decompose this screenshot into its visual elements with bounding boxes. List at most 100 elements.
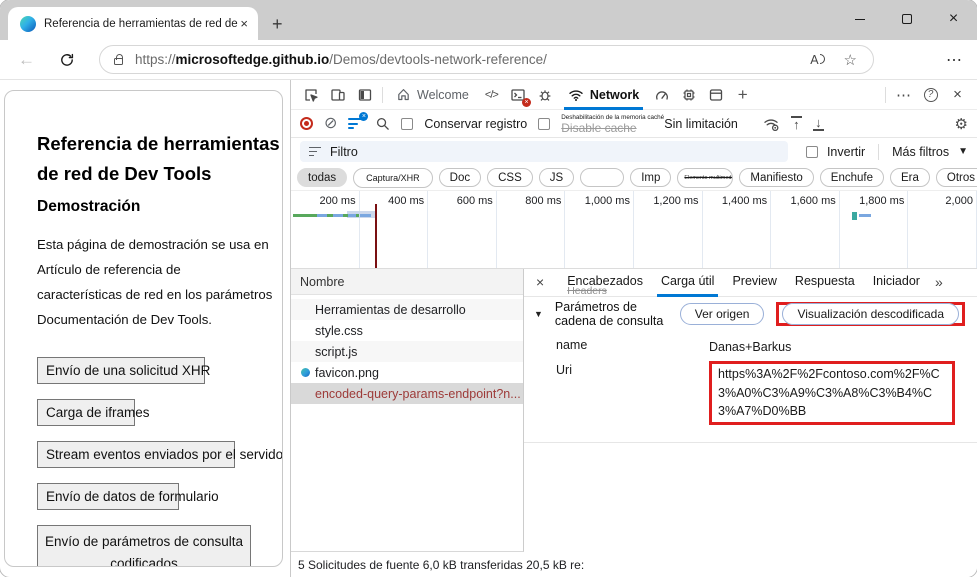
tab-initiator[interactable]: Iniciador (864, 269, 929, 297)
read-aloud-icon[interactable]: A (810, 53, 818, 67)
load-event-marker (375, 204, 377, 268)
chip-img[interactable]: Imp (630, 168, 671, 187)
page-buttons: Envío de una solicitud XHR Carga de ifra… (37, 357, 282, 567)
request-row[interactable]: Herramientas de desarrollo (291, 299, 523, 320)
more-tools-plus-icon[interactable]: + (729, 81, 756, 109)
inspect-icon[interactable] (297, 81, 324, 109)
memory-chip-icon[interactable] (675, 81, 702, 109)
search-icon[interactable] (375, 116, 390, 131)
page-content: Referencia de herramientas de red de Dev… (4, 90, 283, 567)
timeline-tick: 1,000 ms (565, 191, 634, 268)
network-settings-gear-icon[interactable]: ⚙ (955, 115, 968, 133)
more-tabs-chevron-icon[interactable]: » (935, 269, 943, 290)
browser-tab[interactable]: Referencia de herramientas de red de Dev… (8, 7, 258, 40)
filter-placeholder: Filtro (330, 145, 358, 159)
home-icon (396, 87, 411, 102)
waterfall-blue-dash (859, 214, 871, 217)
divider (878, 144, 879, 160)
param-value: Danas+Barkus (709, 338, 955, 357)
headers-original-label: Headers (567, 285, 607, 297)
view-decoded-highlight-box: Visualización descodificada (776, 302, 965, 326)
chip-other[interactable]: Otros (936, 168, 977, 187)
preserve-log-label: Conservar registro (424, 117, 527, 131)
close-devtools-icon[interactable]: × (944, 81, 971, 109)
chip-font[interactable] (580, 168, 624, 187)
new-tab-button[interactable]: + (272, 15, 283, 33)
chip-wasm[interactable]: Era (890, 168, 930, 187)
load-iframe-button[interactable]: Carga de iframes (37, 399, 135, 426)
back-arrow-icon[interactable]: ← (18, 50, 35, 70)
lock-icon (114, 58, 123, 65)
record-button[interactable] (300, 117, 313, 130)
tab-close-icon[interactable]: × (238, 16, 250, 31)
tab-payload[interactable]: Carga útil (652, 269, 724, 297)
import-har-icon[interactable]: ↑ (791, 116, 802, 130)
sources-icon[interactable]: </> (478, 81, 505, 109)
minimize-button[interactable] (836, 0, 883, 38)
encoded-query-params-button[interactable]: Envío de parámetros de consulta codifica… (37, 525, 251, 567)
chip-js[interactable]: JS (539, 168, 574, 187)
browser-menu-icon[interactable]: ⋯ (946, 50, 963, 70)
request-row[interactable]: script.js (291, 341, 523, 362)
content-area: Referencia de herramientas de red de Dev… (0, 80, 977, 577)
clear-icon[interactable]: ⊘ (324, 116, 337, 132)
xhr-request-button[interactable]: Envío de una solicitud XHR (37, 357, 205, 384)
navigation-bar: ← https://microsoftedge.github.io/Demos/… (0, 40, 977, 80)
name-column-header[interactable]: Nombre (291, 269, 523, 295)
help-icon[interactable]: ? (917, 81, 944, 109)
section-caret-icon[interactable]: ▼ (534, 309, 543, 319)
waterfall-blue-dash (333, 214, 343, 217)
application-icon[interactable] (702, 81, 729, 109)
tab-preview[interactable]: Preview (723, 269, 785, 297)
close-window-button[interactable]: × (930, 0, 977, 38)
devtools-menu-icon[interactable]: ⋯ (890, 81, 917, 109)
device-emulation-icon[interactable] (324, 81, 351, 109)
tab-headers[interactable]: Encabezados Headers (558, 269, 652, 297)
favicon-icon (301, 368, 310, 377)
filter-lines-icon (309, 147, 321, 157)
timeline-tick: 600 ms (428, 191, 497, 268)
tab-welcome[interactable]: Welcome (387, 80, 478, 110)
close-details-icon[interactable]: × (536, 274, 544, 290)
console-icon[interactable]: × (505, 81, 532, 109)
refresh-icon[interactable] (59, 52, 75, 68)
form-data-button[interactable]: Envío de datos de formulario (37, 483, 179, 510)
tab-strip: Referencia de herramientas de red de Dev… (0, 0, 977, 40)
tab-network[interactable]: Network (559, 80, 648, 110)
preserve-log-checkbox[interactable] (401, 118, 413, 130)
url-text: https://microsoftedge.github.io/Demos/de… (135, 52, 547, 67)
network-conditions-icon[interactable] (763, 116, 780, 132)
address-bar[interactable]: https://microsoftedge.github.io/Demos/de… (99, 45, 874, 74)
export-har-icon[interactable]: ↓ (813, 116, 824, 130)
request-row[interactable]: style.css (291, 320, 523, 341)
chip-doc[interactable]: Doc (439, 168, 481, 187)
divider (885, 87, 886, 103)
waterfall-teal-bar (852, 212, 857, 220)
dock-side-icon[interactable] (351, 81, 378, 109)
issues-bug-icon[interactable] (532, 81, 559, 109)
chip-media[interactable]: Elemento multimedia (677, 168, 733, 188)
chip-all[interactable]: todas (297, 168, 347, 187)
filter-toggle-icon[interactable]: × (348, 117, 364, 130)
chip-socket[interactable]: Enchufe (820, 168, 884, 187)
chip-fetch-xhr[interactable]: Captura/XHR (353, 168, 433, 188)
maximize-button[interactable] (883, 0, 930, 38)
view-decoded-button[interactable]: Visualización descodificada (782, 303, 959, 325)
network-timeline-overview[interactable]: 200 ms 400 ms 600 ms 800 ms 1,000 ms 1,2… (291, 191, 977, 269)
view-source-button[interactable]: Ver origen (680, 303, 765, 325)
throttling-dropdown[interactable]: Sin limitación (664, 117, 738, 131)
network-status-bar: 5 Solicitudes de fuente 6,0 kB transferi… (291, 552, 977, 577)
more-filters-dropdown[interactable]: Más filtros (892, 145, 949, 159)
disable-cache-checkbox[interactable] (538, 118, 550, 130)
favorites-star-icon[interactable]: ☆ (844, 51, 857, 69)
tab-response[interactable]: Respuesta (786, 269, 864, 297)
request-row-selected[interactable]: encoded-query-params-endpoint?n... (291, 383, 523, 404)
chip-css[interactable]: CSS (487, 168, 533, 187)
request-row[interactable]: favicon.png (291, 362, 523, 383)
invert-checkbox[interactable] (806, 146, 818, 158)
performance-gauge-icon[interactable] (648, 81, 675, 109)
server-sent-events-button[interactable]: Stream eventos enviados por el servidor (37, 441, 235, 468)
filter-input[interactable]: Filtro (300, 141, 788, 162)
chevron-down-icon[interactable]: ▼ (958, 146, 968, 157)
chip-manifest[interactable]: Manifiesto (739, 168, 813, 187)
